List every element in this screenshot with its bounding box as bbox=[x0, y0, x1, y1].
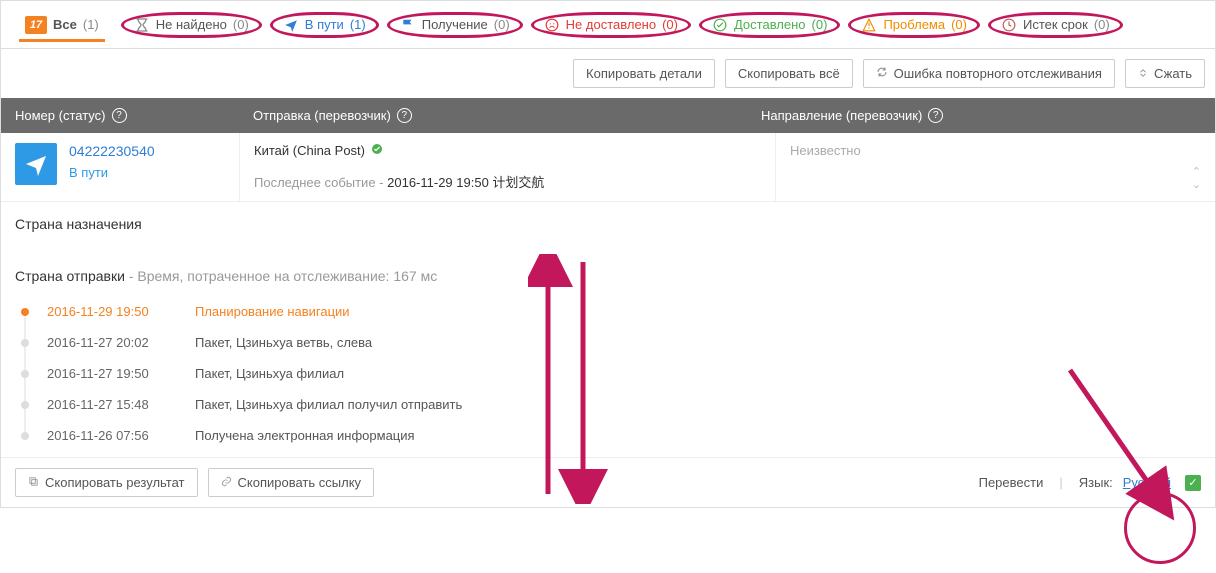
timeline-event: 2016-11-29 19:50 Планирование навигации bbox=[21, 296, 1201, 327]
verified-icon bbox=[371, 143, 383, 158]
tab-label: Все bbox=[53, 17, 77, 32]
action-bar: Копировать детали Скопировать всё Ошибка… bbox=[1, 49, 1215, 98]
event-timestamp: 2016-11-27 20:02 bbox=[47, 335, 177, 350]
copy-details-button[interactable]: Копировать детали bbox=[573, 59, 715, 88]
last-event-label: Последнее событие - bbox=[254, 175, 384, 190]
warning-icon bbox=[861, 17, 877, 33]
collapse-button[interactable]: Сжать bbox=[1125, 59, 1205, 88]
event-timestamp: 2016-11-27 19:50 bbox=[47, 366, 177, 381]
copy-all-button[interactable]: Скопировать всё bbox=[725, 59, 853, 88]
refresh-icon bbox=[876, 66, 888, 81]
destination-country-label: Страна назначения bbox=[15, 216, 1201, 232]
last-event-value: 2016-11-29 19:50 计划交航 bbox=[387, 175, 544, 190]
tab-all[interactable]: 17 Все (1) bbox=[11, 10, 113, 40]
flag-icon bbox=[400, 17, 416, 33]
event-timestamp: 2016-11-27 15:48 bbox=[47, 397, 177, 412]
tab-problem[interactable]: Проблема (0) bbox=[848, 12, 980, 38]
event-description: Получена электронная информация bbox=[195, 428, 415, 443]
tracking-status: В пути bbox=[69, 165, 155, 180]
tab-not-found[interactable]: Не найдено (0) bbox=[121, 12, 262, 38]
plane-icon bbox=[283, 17, 299, 33]
tracking-time-spent: Время, потраченное на отслеживание: 167 … bbox=[137, 268, 437, 284]
col-number-label: Номер (статус) bbox=[15, 108, 106, 123]
help-icon[interactable]: ? bbox=[397, 108, 412, 123]
copy-result-button[interactable]: Скопировать результат bbox=[15, 468, 198, 497]
timeline-event: 2016-11-27 19:50 Пакет, Цзиньхуа филиал bbox=[21, 358, 1201, 389]
language-checked-icon: ✓ bbox=[1185, 475, 1201, 491]
footer-bar: Скопировать результат Скопировать ссылку… bbox=[1, 457, 1215, 507]
event-timeline: 2016-11-29 19:50 Планирование навигации … bbox=[21, 296, 1201, 451]
destination-unknown: Неизвестно bbox=[790, 143, 861, 158]
timeline-dot-icon bbox=[21, 370, 29, 378]
event-description: Планирование навигации bbox=[195, 304, 350, 319]
check-circle-icon bbox=[712, 17, 728, 33]
help-icon[interactable]: ? bbox=[112, 108, 127, 123]
status-plane-icon bbox=[15, 143, 57, 185]
timeline-event: 2016-11-26 07:56 Получена электронная ин… bbox=[21, 420, 1201, 451]
col-direction-label: Направление (перевозчик) bbox=[761, 108, 922, 123]
tab-count: (1) bbox=[83, 17, 99, 32]
copy-link-button[interactable]: Скопировать ссылку bbox=[208, 468, 375, 497]
event-timestamp: 2016-11-29 19:50 bbox=[47, 304, 177, 319]
retrack-error-button[interactable]: Ошибка повторного отслеживания bbox=[863, 59, 1115, 88]
translate-link[interactable]: Перевести bbox=[979, 475, 1044, 490]
tracking-number[interactable]: 04222230540 bbox=[69, 143, 155, 159]
tab-expired[interactable]: Истек срок (0) bbox=[988, 12, 1123, 38]
timeline-event: 2016-11-27 20:02 Пакет, Цзиньхуа ветвь, … bbox=[21, 327, 1201, 358]
status-tabs: 17 Все (1) Не найдено (0) В пути (1) Пол… bbox=[1, 1, 1215, 49]
help-icon[interactable]: ? bbox=[928, 108, 943, 123]
timeline-dot-icon bbox=[21, 401, 29, 409]
timeline-dot-icon bbox=[21, 432, 29, 440]
logo-17track-icon: 17 bbox=[25, 16, 47, 34]
event-description: Пакет, Цзиньхуа филиал bbox=[195, 366, 344, 381]
carrier-name[interactable]: Китай (China Post) bbox=[254, 143, 365, 158]
col-shipment-label: Отправка (перевозчик) bbox=[253, 108, 391, 123]
tab-pickup[interactable]: Получение (0) bbox=[387, 12, 523, 38]
origin-country-label: Страна отправки bbox=[15, 268, 125, 284]
clock-icon bbox=[1001, 17, 1017, 33]
hourglass-icon bbox=[134, 17, 150, 33]
language-label: Язык: bbox=[1079, 475, 1113, 490]
timeline-dot-icon bbox=[21, 339, 29, 347]
tab-not-delivered[interactable]: Не доставлено (0) bbox=[531, 12, 691, 38]
expand-toggle-icon[interactable]: ⌃⌄ bbox=[1192, 165, 1201, 191]
event-description: Пакет, Цзиньхуа филиал получил отправить bbox=[195, 397, 462, 412]
timeline-dot-icon bbox=[21, 308, 29, 316]
copy-icon bbox=[28, 475, 39, 490]
sad-face-icon bbox=[544, 17, 560, 33]
tracking-entry: 04222230540 В пути Китай (China Post) По… bbox=[1, 133, 1215, 202]
tab-in-transit[interactable]: В пути (1) bbox=[270, 12, 379, 38]
language-select[interactable]: Русский bbox=[1123, 475, 1175, 490]
timeline-event: 2016-11-27 15:48 Пакет, Цзиньхуа филиал … bbox=[21, 389, 1201, 420]
collapse-icon bbox=[1138, 66, 1148, 81]
link-icon bbox=[221, 475, 232, 490]
event-description: Пакет, Цзиньхуа ветвь, слева bbox=[195, 335, 372, 350]
table-header: Номер (статус) ? Отправка (перевозчик) ?… bbox=[1, 98, 1215, 133]
tracking-details: Страна назначения Страна отправки - Врем… bbox=[1, 202, 1215, 457]
tab-delivered[interactable]: Доставлено (0) bbox=[699, 12, 840, 38]
event-timestamp: 2016-11-26 07:56 bbox=[47, 428, 177, 443]
